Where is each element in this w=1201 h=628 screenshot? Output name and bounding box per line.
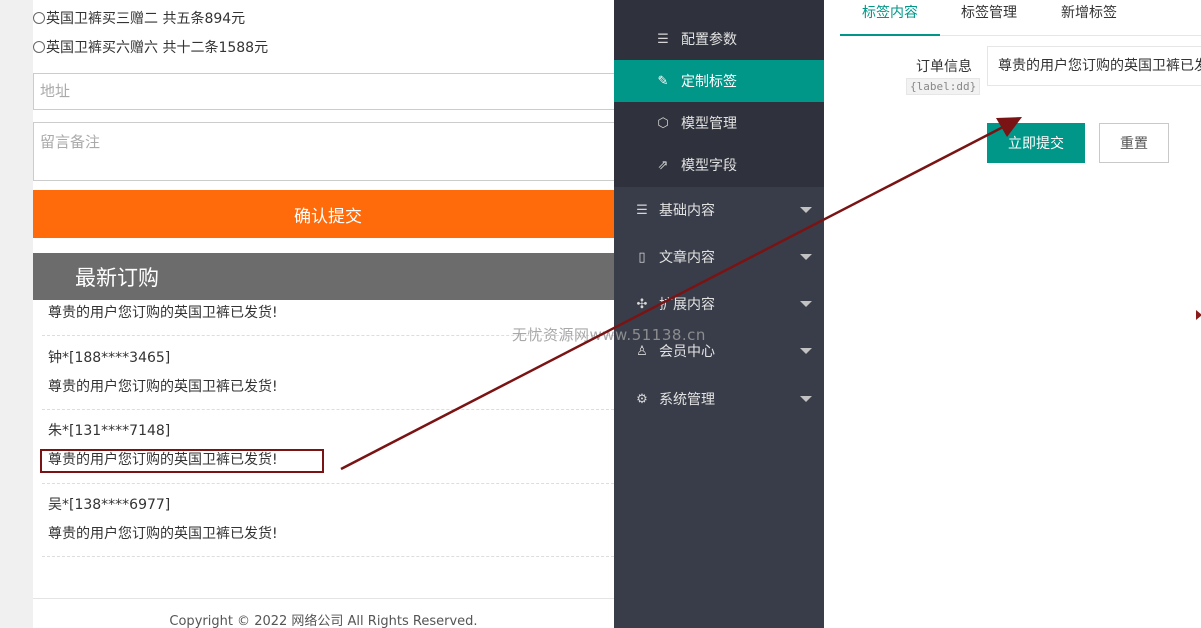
expand-icon: ✣ xyxy=(636,296,648,312)
sidebar-item-extended-content[interactable]: ✣ 扩展内容 xyxy=(614,281,824,327)
caret-down-icon xyxy=(800,207,812,213)
watermark-text: 无忧资源网www.51138.cn xyxy=(512,326,706,344)
sidebar-item-custom-tags[interactable]: ✎ 定制标签 xyxy=(614,60,824,102)
caret-down-icon xyxy=(800,301,812,307)
sidebar-item-article-content[interactable]: ▯ 文章内容 xyxy=(614,234,824,280)
tab-add-tag[interactable]: 新增标签 xyxy=(1044,0,1134,36)
external-link-icon: ⇗ xyxy=(657,157,669,173)
package-option[interactable]: 英国卫裤买三赠二 共五条894元 xyxy=(33,7,245,29)
sidebar-item-label: 定制标签 xyxy=(681,74,737,90)
cube-icon: ⬡ xyxy=(657,115,669,131)
latest-orders-header: 最新订购 xyxy=(33,253,623,300)
screenshot-stage: 英国卫裤买三赠二 共五条894元 英国卫裤买六赠六 共十二条1588元 地址 留… xyxy=(0,0,1201,628)
caret-down-icon xyxy=(800,348,812,354)
address-input[interactable]: 地址 xyxy=(33,73,623,110)
order-message: 尊贵的用户您订购的英国卫裤已发货! xyxy=(48,379,278,395)
order-customer: 钟*[188****3465] xyxy=(48,350,171,366)
sidebar-item-label: 扩展内容 xyxy=(659,297,715,313)
remark-textarea[interactable]: 留言备注 xyxy=(33,122,623,181)
sliders-icon: ☰ xyxy=(636,202,648,218)
package-option-label: 英国卫裤买六赠六 共十二条1588元 xyxy=(46,40,269,56)
order-message: 尊贵的用户您订购的英国卫裤已发货! xyxy=(48,305,278,321)
package-option[interactable]: 英国卫裤买六赠六 共十二条1588元 xyxy=(33,36,268,58)
sidebar-item-model-fields[interactable]: ⇗ 模型字段 xyxy=(614,144,824,186)
admin-sidebar: ☰ 配置参数 ✎ 定制标签 ⬡ 模型管理 ⇗ 模型字段 ☰ 基础内容 ▯ 文章内… xyxy=(614,0,824,628)
caret-down-icon xyxy=(800,254,812,260)
document-icon: ▯ xyxy=(638,249,646,265)
user-icon: ♙ xyxy=(636,343,648,359)
tag-editor-panel: 标签内容 标签管理 新增标签 订单信息 {label:dd} 尊贵的用户您订购的… xyxy=(824,0,1201,628)
submit-now-button[interactable]: 立即提交 xyxy=(987,123,1085,163)
sidebar-item-label: 基础内容 xyxy=(659,203,715,219)
sidebar-item-label: 系统管理 xyxy=(659,392,715,408)
confirm-submit-button[interactable]: 确认提交 xyxy=(33,190,623,238)
order-customer: 朱*[131****7148] xyxy=(48,423,171,439)
radio-button[interactable] xyxy=(33,12,45,24)
divider xyxy=(42,483,614,484)
sliders-icon: ☰ xyxy=(657,31,669,47)
reset-button[interactable]: 重置 xyxy=(1099,123,1169,163)
sidebar-item-basic-content[interactable]: ☰ 基础内容 xyxy=(614,187,824,233)
copyright-text: Copyright © 2022 网络公司 All Rights Reserve… xyxy=(169,614,478,628)
caret-down-icon xyxy=(800,396,812,402)
sidebar-submenu: ☰ 配置参数 ✎ 定制标签 ⬡ 模型管理 ⇗ 模型字段 xyxy=(614,0,824,187)
sidebar-item-label: 配置参数 xyxy=(681,32,737,48)
footer-divider xyxy=(33,598,614,599)
gear-icon: ⚙ xyxy=(636,391,648,407)
wrench-icon: ✎ xyxy=(657,73,669,89)
tag-code-hint: {label:dd} xyxy=(906,78,981,95)
order-info-input[interactable]: 尊贵的用户您订购的英国卫裤已发货! xyxy=(987,46,1201,86)
sidebar-item-label: 文章内容 xyxy=(659,250,715,266)
highlight-box xyxy=(40,449,324,473)
sidebar-item-label: 模型管理 xyxy=(681,116,737,132)
order-info-label: 订单信息 xyxy=(916,59,972,75)
divider xyxy=(42,409,614,410)
arrow-head-icon xyxy=(1196,310,1201,320)
package-option-label: 英国卫裤买三赠二 共五条894元 xyxy=(46,11,246,27)
tab-tag-manage[interactable]: 标签管理 xyxy=(944,0,1034,36)
sidebar-item-model-manage[interactable]: ⬡ 模型管理 xyxy=(614,102,824,144)
order-form-page: 英国卫裤买三赠二 共五条894元 英国卫裤买六赠六 共十二条1588元 地址 留… xyxy=(0,0,623,628)
radio-button[interactable] xyxy=(33,41,45,53)
sidebar-item-config[interactable]: ☰ 配置参数 xyxy=(614,18,824,60)
sidebar-item-system-manage[interactable]: ⚙ 系统管理 xyxy=(614,376,824,422)
order-message: 尊贵的用户您订购的英国卫裤已发货! xyxy=(48,526,278,542)
sidebar-item-label: 模型字段 xyxy=(681,158,737,174)
tab-tag-content[interactable]: 标签内容 xyxy=(840,0,940,36)
order-customer: 吴*[138****6977] xyxy=(48,497,171,513)
tab-bar: 标签内容 标签管理 新增标签 xyxy=(840,0,1201,36)
latest-orders-title: 最新订购 xyxy=(75,265,159,290)
divider xyxy=(42,556,614,557)
